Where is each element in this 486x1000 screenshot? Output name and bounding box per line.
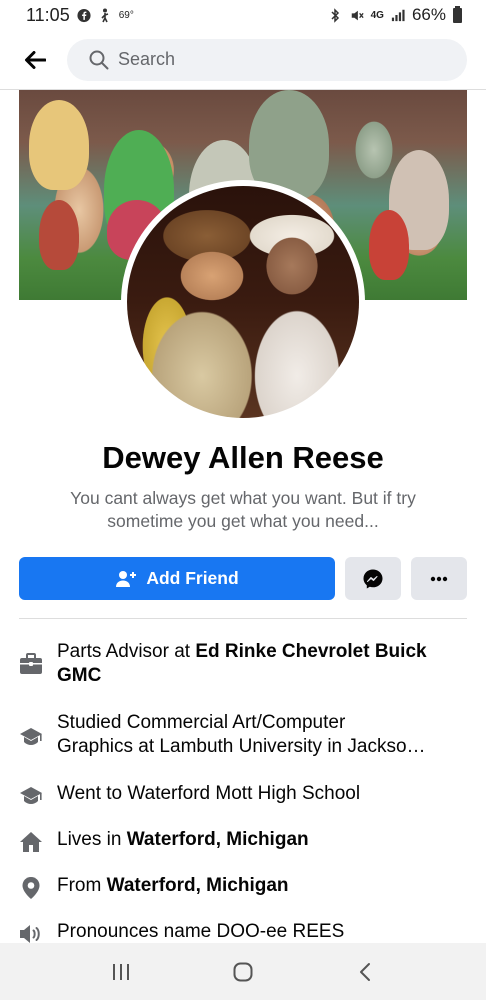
cover-figure	[369, 210, 409, 280]
intro-pronounce-text: Pronounces name DOO-ee REES	[57, 921, 345, 942]
cover-figure	[29, 100, 89, 190]
intro-high-school: Went to Waterford Mott High School	[19, 782, 467, 808]
messenger-icon	[363, 569, 383, 588]
recent-apps-button[interactable]	[101, 952, 141, 992]
intro-from: From Waterford, Michigan	[19, 874, 467, 900]
intro-college: Studied Commercial Art/Computer Graphics…	[19, 711, 467, 759]
profile-picture[interactable]	[121, 180, 365, 424]
mute-icon	[350, 8, 364, 22]
add-friend-button[interactable]: Add Friend	[19, 557, 335, 600]
golfer-notification-icon	[98, 8, 112, 22]
intro-work: Parts Advisor at Ed Rinke Chevrolet Buic…	[19, 640, 467, 688]
lives-place-link[interactable]: Waterford, Michigan	[127, 829, 309, 850]
recent-apps-icon	[113, 963, 129, 980]
from-place-link[interactable]: Waterford, Michigan	[107, 875, 289, 896]
bluetooth-icon	[329, 7, 343, 23]
status-time: 11:05	[26, 4, 70, 25]
status-bar: 11:05 69° 4G 66%	[0, 0, 486, 30]
home-icon	[233, 962, 253, 981]
section-divider	[19, 618, 467, 619]
house-icon	[19, 830, 43, 854]
back-button[interactable]	[20, 45, 50, 75]
battery-percentage: 66%	[411, 5, 446, 24]
lives-prefix: Lives in	[57, 829, 127, 850]
from-prefix: From	[57, 875, 107, 896]
search-input[interactable]	[118, 49, 418, 70]
graduation-cap-icon	[19, 725, 43, 749]
search-bar[interactable]	[67, 38, 467, 81]
intro-lives: Lives in Waterford, Michigan	[19, 828, 467, 854]
android-nav-bar	[0, 943, 486, 1000]
status-temperature: 69°	[118, 9, 134, 21]
status-left: 11:05 69°	[26, 5, 134, 26]
bio-line: sometime you get what you need...	[107, 511, 379, 531]
location-pin-icon	[19, 876, 43, 900]
profile-name: Dewey Allen Reese	[102, 440, 384, 475]
intro-college-text: Studied Commercial Art/Computer Graphics…	[57, 711, 463, 759]
chevron-left-icon	[360, 962, 370, 981]
graduation-cap-icon	[19, 784, 43, 808]
intro-from-text: From Waterford, Michigan	[57, 874, 463, 898]
intro-lives-text: Lives in Waterford, Michigan	[57, 828, 463, 852]
intro-high-school-text: Went to Waterford Mott High School	[57, 783, 361, 804]
add-friend-icon	[116, 570, 137, 587]
message-button[interactable]	[345, 557, 401, 600]
cover-figure	[39, 200, 79, 270]
profile-actions: Add Friend	[19, 557, 467, 600]
more-icon	[430, 576, 448, 581]
top-header	[0, 30, 486, 90]
search-icon	[89, 50, 109, 69]
back-arrow-icon	[25, 50, 46, 69]
profile-bio: You cant always get what you want. But i…	[40, 487, 446, 533]
network-label: 4G	[370, 9, 384, 21]
home-button[interactable]	[223, 952, 263, 992]
college-line: Studied Commercial Art/Computer	[57, 712, 346, 733]
intro-work-text: Parts Advisor at Ed Rinke Chevrolet Buic…	[57, 640, 463, 688]
add-friend-label: Add Friend	[146, 568, 239, 588]
facebook-notification-icon	[77, 8, 91, 22]
profile-photo-image	[127, 186, 359, 418]
briefcase-icon	[19, 652, 43, 676]
bio-line: You cant always get what you want. But i…	[70, 488, 416, 508]
signal-icon	[391, 8, 405, 22]
more-options-button[interactable]	[411, 557, 467, 600]
back-nav-button[interactable]	[345, 952, 385, 992]
work-prefix: Parts Advisor at	[57, 641, 196, 662]
status-right: 4G 66%	[329, 5, 462, 25]
battery-icon	[453, 5, 462, 23]
college-line: Graphics at Lambuth University in Jackso…	[57, 736, 426, 757]
